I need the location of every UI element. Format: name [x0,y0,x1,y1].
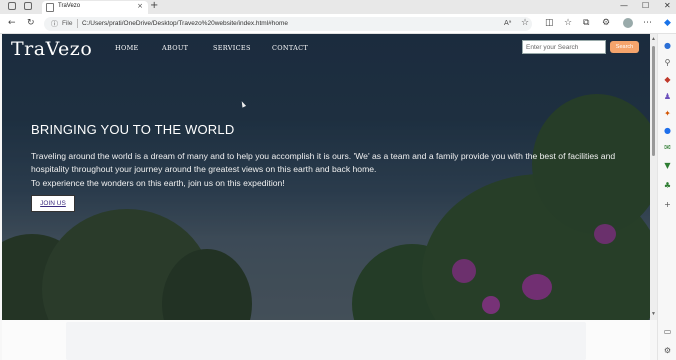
site-logo[interactable]: TraVezo [11,38,92,60]
split-screen-icon[interactable]: ◫ [545,18,554,29]
join-us-button[interactable]: JOIN US [31,195,75,212]
page-favicon-icon [46,3,54,12]
nav-contact[interactable]: CONTACT [272,44,308,52]
file-label: File [62,20,73,27]
outlook-icon[interactable]: ✉ [662,142,673,153]
hero-paragraph: Traveling around the world is a dream of… [31,150,631,190]
new-tab-icon[interactable]: + [150,0,158,11]
content-panel [66,322,586,360]
read-aloud-icon[interactable]: Aᵃ [504,18,512,29]
hero-title: BRINGING YOU TO THE WORLD [31,122,235,137]
add-icon[interactable]: + [662,199,673,210]
hero-section: TraVezo HOME ABOUT SERVICES CONTACT Ente… [2,34,650,320]
back-icon[interactable]: ← [8,18,16,29]
browser-tab[interactable]: TraVezo × [42,1,148,14]
next-section [2,320,650,360]
nav-about[interactable]: ABOUT [162,44,188,52]
tab-title: TraVezo [58,3,81,9]
collections-icon[interactable]: ⧉ [583,18,589,29]
maximize-icon[interactable]: ☐ [642,1,649,10]
shopping-icon[interactable]: ◆ [662,74,673,85]
info-icon[interactable]: ⓘ [51,19,58,29]
notifications-icon[interactable]: ● [662,40,673,51]
address-url[interactable]: C:/Users/prati/OneDrive/Desktop/Travezo%… [82,20,288,27]
nav-services[interactable]: SERVICES [213,44,251,52]
scroll-down-icon[interactable]: ▼ [651,311,656,317]
minimize-icon[interactable]: — [620,1,628,10]
hero-text-1: Traveling around the world is a dream of… [31,151,616,175]
extensions-icon[interactable]: ⚙ [602,18,610,29]
favorite-star-icon[interactable]: ☆ [521,18,529,29]
address-divider [77,19,78,28]
search-icon[interactable]: ⚲ [662,57,673,68]
settings-gear-icon[interactable]: ⚙ [662,345,673,356]
favorites-icon[interactable]: ☆ [564,18,572,29]
tools-icon[interactable]: ▼ [662,160,673,171]
nav-home[interactable]: HOME [115,44,139,52]
page-scrollbar[interactable]: ▲ ▼ [650,34,657,320]
profile-avatar[interactable] [623,18,633,28]
browser-window: TraVezo × + — ☐ ✕ ← ↻ ⓘ File C:/Users/pr… [0,0,676,360]
browser-toolbar: ← ↻ ⓘ File C:/Users/prati/OneDrive/Deskt… [0,14,676,34]
workspaces-icon[interactable] [8,2,16,10]
tab-actions-icon[interactable] [24,2,32,10]
scroll-up-icon[interactable]: ▲ [651,36,656,42]
refresh-icon[interactable]: ↻ [27,18,35,29]
tree-icon[interactable]: ♣ [662,180,673,191]
people-icon[interactable]: ♟ [662,91,673,102]
scrollbar-thumb[interactable] [652,46,655,156]
close-window-icon[interactable]: ✕ [664,1,671,10]
games-icon[interactable]: ✦ [662,108,673,119]
close-tab-icon[interactable]: × [137,2,143,10]
hero-text-2: To experience the wonders on this earth,… [31,177,285,188]
sidebar-toggle-icon[interactable]: ▭ [662,326,673,337]
office-icon[interactable]: ● [662,125,673,136]
browser-sidebar: ● ⚲ ◆ ♟ ✦ ● ✉ ▼ ♣ + ▭ ⚙ [657,34,676,360]
address-bar[interactable]: ⓘ File C:/Users/prati/OneDrive/Desktop/T… [44,17,532,31]
copilot-icon[interactable]: ◆ [664,18,671,29]
search-button[interactable]: Search [610,41,639,53]
tab-strip: TraVezo × + — ☐ ✕ [0,0,676,14]
search-input[interactable]: Enter your Search [522,40,606,54]
more-menu-icon[interactable]: ⋯ [643,18,652,29]
